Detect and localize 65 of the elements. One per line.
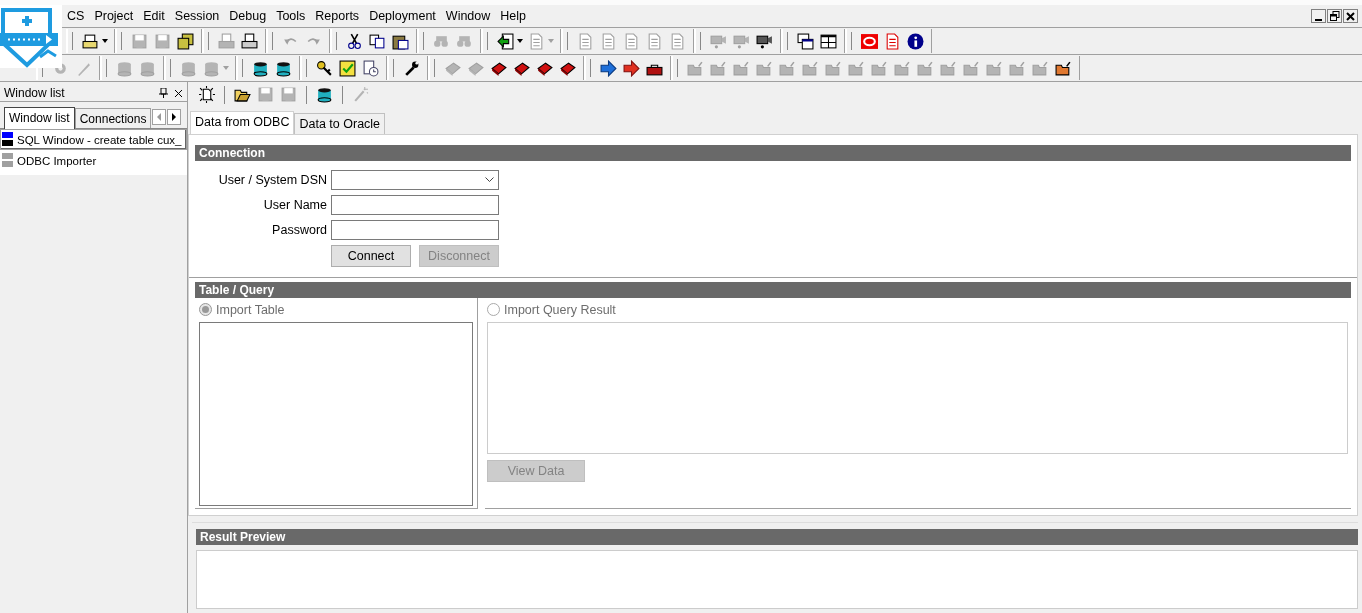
restore-button[interactable] [1327, 9, 1342, 23]
book-icon[interactable] [513, 59, 530, 77]
button[interactable]: Connect [331, 244, 411, 267]
printer-icon[interactable] [82, 32, 99, 50]
book-icon[interactable] [490, 59, 507, 77]
menu-item[interactable]: Project [89, 9, 139, 23]
info-icon[interactable] [907, 32, 924, 50]
restore-icon [1329, 11, 1340, 21]
database-icon[interactable] [316, 86, 333, 104]
printer-icon[interactable] [241, 32, 258, 50]
tab[interactable]: Window list [4, 107, 75, 129]
document-arrow-icon[interactable] [497, 32, 514, 50]
close-icon [1346, 11, 1355, 21]
chevron-icon[interactable] [485, 176, 494, 183]
scroll-right-icon[interactable] [167, 109, 182, 125]
menu-item[interactable]: CS [62, 9, 90, 23]
shield-icon[interactable] [0, 5, 62, 68]
arrow-icon[interactable] [600, 59, 617, 77]
close-button[interactable] [1343, 9, 1358, 23]
floppy-disks-icon[interactable] [177, 32, 194, 50]
grid-icon[interactable] [820, 32, 837, 50]
arrow-icon[interactable] [623, 59, 640, 77]
menu-item[interactable]: Tools [271, 9, 311, 23]
caret-icon[interactable] [517, 39, 523, 43]
close-icon[interactable] [174, 88, 183, 98]
password-field[interactable] [331, 219, 499, 240]
database-icon[interactable] [275, 59, 292, 77]
tab[interactable]: Data to Oracle [294, 112, 386, 134]
checklist-icon[interactable] [339, 59, 356, 77]
document-clock-icon[interactable] [362, 59, 379, 77]
window-list-item[interactable]: ODBC Importer [0, 150, 187, 171]
minimize-button[interactable] [1311, 9, 1326, 23]
keys-icon[interactable] [316, 59, 333, 77]
book-icon[interactable] [536, 59, 553, 77]
menu-item[interactable]: Debug [224, 9, 272, 23]
menu-item[interactable]: Window [440, 9, 496, 23]
minimize-icon [1315, 18, 1322, 21]
book-icon[interactable] [559, 59, 576, 77]
menu-item[interactable]: Edit [138, 9, 170, 23]
menu-item[interactable]: Session [169, 9, 225, 23]
window-list-item[interactable]: SQL Window - create table cux_ [0, 129, 187, 150]
database-icon[interactable] [252, 59, 269, 77]
section-header: Table / Query [195, 281, 1351, 298]
scissors-icon[interactable] [346, 32, 363, 50]
wrench-icon[interactable] [403, 59, 420, 77]
field-label: Password [271, 222, 327, 237]
panel-title: Window list [4, 86, 66, 100]
new-document-icon[interactable] [198, 86, 215, 104]
input-field[interactable] [331, 194, 499, 215]
copy-icon[interactable] [369, 32, 386, 50]
caret-icon[interactable] [102, 39, 108, 43]
field-label: User / System DSN [217, 172, 327, 187]
pin-icon[interactable] [159, 88, 168, 98]
menu-item[interactable]: Deployment [364, 9, 441, 23]
dropdown-field[interactable] [331, 169, 499, 190]
section-header: Result Preview [196, 529, 1358, 545]
field-label: User Name [262, 197, 327, 212]
section-header: Connection [195, 144, 1351, 161]
document-icon[interactable] [884, 32, 901, 50]
tab[interactable]: Data from ODBC [190, 110, 295, 134]
windows-icon[interactable] [797, 32, 814, 50]
folder-icon[interactable] [1055, 59, 1072, 77]
menu-item[interactable]: Reports [310, 9, 365, 23]
tab[interactable]: Connections [74, 108, 152, 128]
menu-item[interactable]: Help [495, 9, 531, 23]
